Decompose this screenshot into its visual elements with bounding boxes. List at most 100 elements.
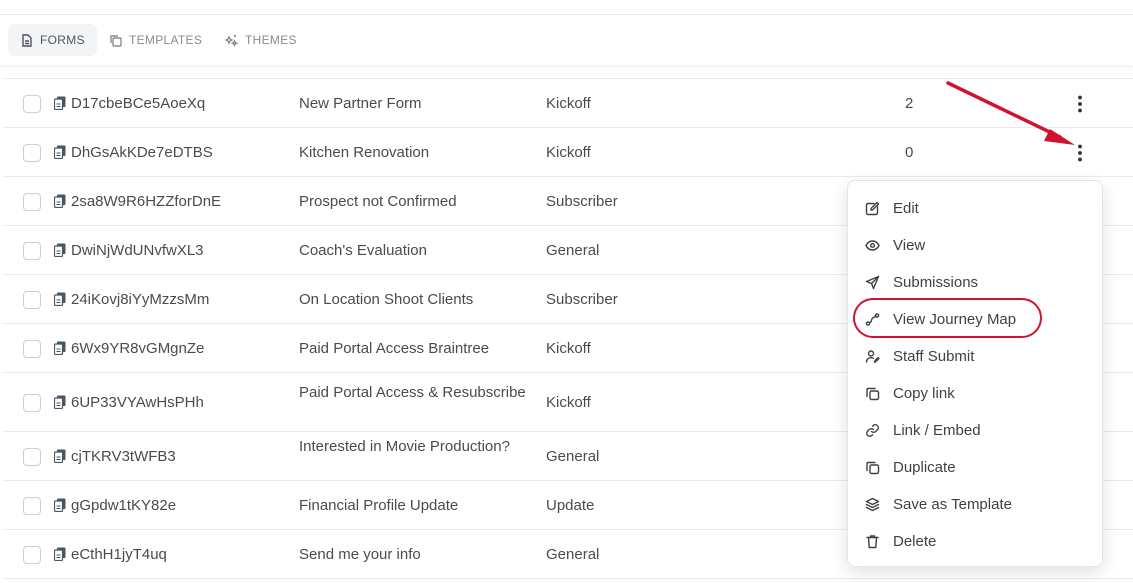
form-name[interactable]: Prospect not Confirmed (299, 191, 534, 212)
form-type: General (546, 546, 600, 563)
layers-icon (864, 496, 880, 512)
submission-count: 2 (905, 95, 914, 112)
menu-item-staff-submit[interactable]: Staff Submit (862, 341, 1090, 371)
tab-templates[interactable]: TEMPLATES (97, 24, 214, 56)
form-id: DhGsAkKDe7eDTBS (71, 144, 213, 161)
form-name[interactable]: On Location Shoot Clients (299, 289, 534, 310)
tab-label: TEMPLATES (129, 33, 203, 47)
form-id: cjTKRV3tWFB3 (71, 448, 176, 465)
form-document-icon (54, 292, 66, 306)
form-document-icon (54, 449, 66, 463)
route-icon (864, 311, 880, 327)
row-checkbox[interactable] (23, 496, 41, 515)
edit-icon (864, 200, 880, 216)
form-name[interactable]: Interested in Movie Production? (299, 436, 534, 457)
menu-item-label: View Journey Map (893, 310, 1017, 328)
form-type: General (546, 448, 600, 465)
menu-item-view[interactable]: View (862, 230, 1090, 260)
form-id: D17cbeBCe5AoeXq (71, 95, 206, 112)
form-name[interactable]: New Partner Form (299, 93, 534, 114)
form-id: gGpdw1tKY82e (71, 497, 177, 514)
form-name[interactable]: Financial Profile Update (299, 495, 534, 516)
row-checkbox[interactable] (23, 192, 41, 211)
form-document-icon (54, 243, 66, 257)
form-document-icon (54, 395, 66, 409)
form-document-icon (54, 547, 66, 561)
link-icon (864, 422, 880, 438)
row-checkbox[interactable] (23, 545, 41, 564)
table-row[interactable]: D17cbeBCe5AoeXq New Partner Form Kickoff 2 (3, 79, 1133, 128)
menu-item-submissions[interactable]: Submissions (862, 267, 1090, 297)
form-id: 6Wx9YR8vGMgnZe (71, 340, 205, 357)
form-type: General (546, 242, 600, 259)
tab-themes[interactable]: THEMES (213, 24, 309, 56)
row-checkbox[interactable] (23, 290, 41, 309)
user-icon (864, 348, 880, 364)
submission-count: 0 (905, 144, 914, 161)
menu-item-label: Submissions (893, 273, 979, 291)
menu-item-link-embed[interactable]: Link / Embed (862, 415, 1090, 445)
row-checkbox[interactable] (23, 339, 41, 358)
form-name[interactable]: Paid Portal Access & Resubscribe (299, 382, 534, 403)
form-id: DwiNjWdUNvfwXL3 (71, 242, 204, 259)
row-actions-menu: Edit View Submissions View Journey Map Staff… (847, 180, 1103, 567)
menu-item-edit[interactable]: Edit (862, 193, 1090, 223)
form-type: Kickoff (546, 340, 591, 357)
row-checkbox[interactable] (23, 393, 41, 412)
send-icon (864, 274, 880, 290)
row-actions-button[interactable] (1069, 93, 1091, 115)
form-document-icon (54, 194, 66, 208)
menu-item-label: Edit (893, 199, 919, 217)
copy-icon (110, 34, 122, 47)
trash-icon (864, 533, 880, 549)
form-id: 24iKovj8iYyMzzsMm (71, 291, 210, 308)
form-name[interactable]: Kitchen Renovation (299, 142, 534, 163)
form-type: Subscriber (546, 291, 618, 308)
row-actions-button[interactable] (1069, 142, 1091, 164)
sparkle-icon (225, 34, 238, 47)
menu-item-label: Save as Template (893, 495, 1012, 513)
tab-bar: FORMS TEMPLATES THEMES (0, 15, 1133, 65)
row-checkbox[interactable] (23, 447, 41, 466)
menu-item-label: Staff Submit (893, 347, 975, 365)
more-vertical-icon (1078, 95, 1082, 112)
form-document-icon (54, 96, 66, 110)
menu-item-view-journey-map[interactable]: View Journey Map (862, 304, 1090, 334)
row-checkbox[interactable] (23, 94, 41, 113)
row-checkbox[interactable] (23, 143, 41, 162)
menu-item-label: Link / Embed (893, 421, 981, 439)
form-name[interactable]: Paid Portal Access Braintree (299, 338, 534, 359)
menu-item-delete[interactable]: Delete (862, 526, 1090, 556)
more-vertical-icon (1078, 144, 1082, 161)
duplicate-icon (864, 459, 880, 475)
menu-item-label: Copy link (893, 384, 955, 402)
menu-item-label: Duplicate (893, 458, 956, 476)
tab-label: FORMS (40, 33, 85, 47)
copy-icon (864, 385, 880, 401)
form-document-icon (54, 341, 66, 355)
menu-item-label: Delete (893, 532, 937, 550)
form-document-icon (54, 145, 66, 159)
table-row-partial (3, 65, 1133, 79)
table-row[interactable]: DhGsAkKDe7eDTBS Kitchen Renovation Kickoff… (3, 128, 1133, 177)
menu-item-save-as-template[interactable]: Save as Template (862, 489, 1090, 519)
form-name[interactable]: Coach's Evaluation (299, 240, 534, 261)
form-id: eCthH1jyT4uq (71, 546, 167, 563)
tab-label: THEMES (245, 33, 297, 47)
menu-item-copy-link[interactable]: Copy link (862, 378, 1090, 408)
document-icon (22, 33, 32, 47)
form-id: 2sa8W9R6HZZforDnE (71, 193, 222, 210)
top-strip (0, 0, 1133, 15)
menu-item-label: View (893, 236, 926, 254)
tab-forms[interactable]: FORMS (8, 24, 97, 56)
form-type: Kickoff (546, 394, 591, 411)
menu-item-duplicate[interactable]: Duplicate (862, 452, 1090, 482)
form-type: Kickoff (546, 144, 591, 161)
form-id: 6UP33VYAwHsPHh (71, 394, 204, 411)
form-type: Subscriber (546, 193, 618, 210)
form-name[interactable]: Send me your info (299, 544, 534, 565)
row-checkbox[interactable] (23, 241, 41, 260)
form-type: Update (546, 497, 595, 514)
form-document-icon (54, 498, 66, 512)
eye-icon (864, 237, 880, 253)
